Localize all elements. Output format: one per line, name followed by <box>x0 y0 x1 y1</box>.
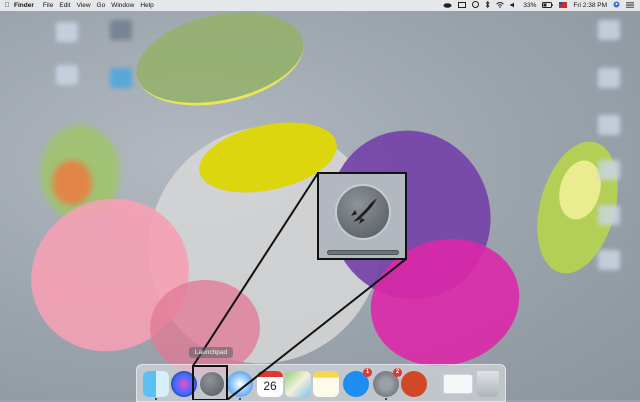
bluetooth-icon[interactable] <box>485 0 490 10</box>
battery-icon[interactable] <box>542 1 554 10</box>
menu-go[interactable]: Go <box>97 2 112 9</box>
dock-trash[interactable] <box>477 371 499 397</box>
calendar-date: 26 <box>263 379 277 393</box>
dock-downloads[interactable] <box>443 374 473 394</box>
desktop-file-icon[interactable] <box>598 115 620 135</box>
desktop-file-icon[interactable] <box>598 68 620 88</box>
menu-help[interactable]: Help <box>140 2 159 9</box>
desktop-file-icon[interactable] <box>56 65 78 85</box>
dock-tooltip: Launchpad <box>189 347 233 358</box>
launchpad-rocket-icon <box>335 184 391 240</box>
dock-notes[interactable] <box>313 371 339 397</box>
dock-calendar[interactable]: 26 <box>257 371 283 397</box>
control-menu-icon[interactable] <box>626 1 634 10</box>
volume-icon[interactable] <box>510 2 517 10</box>
desktop-file-icon[interactable] <box>56 22 78 42</box>
screen-share-icon[interactable] <box>458 1 467 10</box>
battery-percent[interactable]: 33% <box>523 2 536 9</box>
dock-finder[interactable] <box>143 371 169 397</box>
zoom-magnifier <box>317 172 407 260</box>
desktop-file-icon[interactable] <box>598 20 620 40</box>
wallpaper-shape <box>52 160 92 205</box>
desktop-file-icon[interactable] <box>598 205 620 225</box>
wifi-icon[interactable] <box>496 1 505 10</box>
menu-status-area: 33% Fri 2:38 PM <box>443 0 640 11</box>
notification-badge: 2 <box>393 368 402 377</box>
desktop-file-icon[interactable] <box>598 250 620 270</box>
desktop-file-icon[interactable] <box>110 68 132 88</box>
menu-file[interactable]: File <box>43 2 59 9</box>
desktop-file-icon[interactable] <box>110 20 132 40</box>
clock[interactable]: Fri 2:38 PM <box>573 2 607 9</box>
menu-edit[interactable]: Edit <box>59 2 76 9</box>
apple-icon[interactable]:  <box>0 2 14 9</box>
desktop-file-icon[interactable] <box>598 160 620 180</box>
dock-launchpad[interactable] <box>199 371 225 397</box>
notification-badge: 1 <box>363 368 372 377</box>
dock-maps[interactable] <box>285 371 311 397</box>
menu-view[interactable]: View <box>77 2 97 9</box>
flag-icon[interactable] <box>559 1 568 10</box>
dock: 26 1 2 <box>136 364 506 402</box>
dock-siri[interactable] <box>171 371 197 397</box>
cloud-icon[interactable] <box>443 2 452 10</box>
dock-powerpoint[interactable] <box>401 371 427 397</box>
zoom-bar <box>327 250 399 255</box>
wallpaper-shape <box>127 0 313 120</box>
menu-bar:  Finder File Edit View Go Window Help 3… <box>0 0 640 11</box>
user-icon[interactable] <box>613 1 620 10</box>
time-machine-icon[interactable] <box>472 1 480 10</box>
dock-safari[interactable] <box>227 371 253 397</box>
dock-system-preferences[interactable]: 2 <box>373 368 402 397</box>
menu-window[interactable]: Window <box>111 2 140 9</box>
wallpaper-shape <box>150 280 260 375</box>
dock-app-store[interactable]: 1 <box>343 368 372 397</box>
menu-app-name[interactable]: Finder <box>14 2 43 9</box>
